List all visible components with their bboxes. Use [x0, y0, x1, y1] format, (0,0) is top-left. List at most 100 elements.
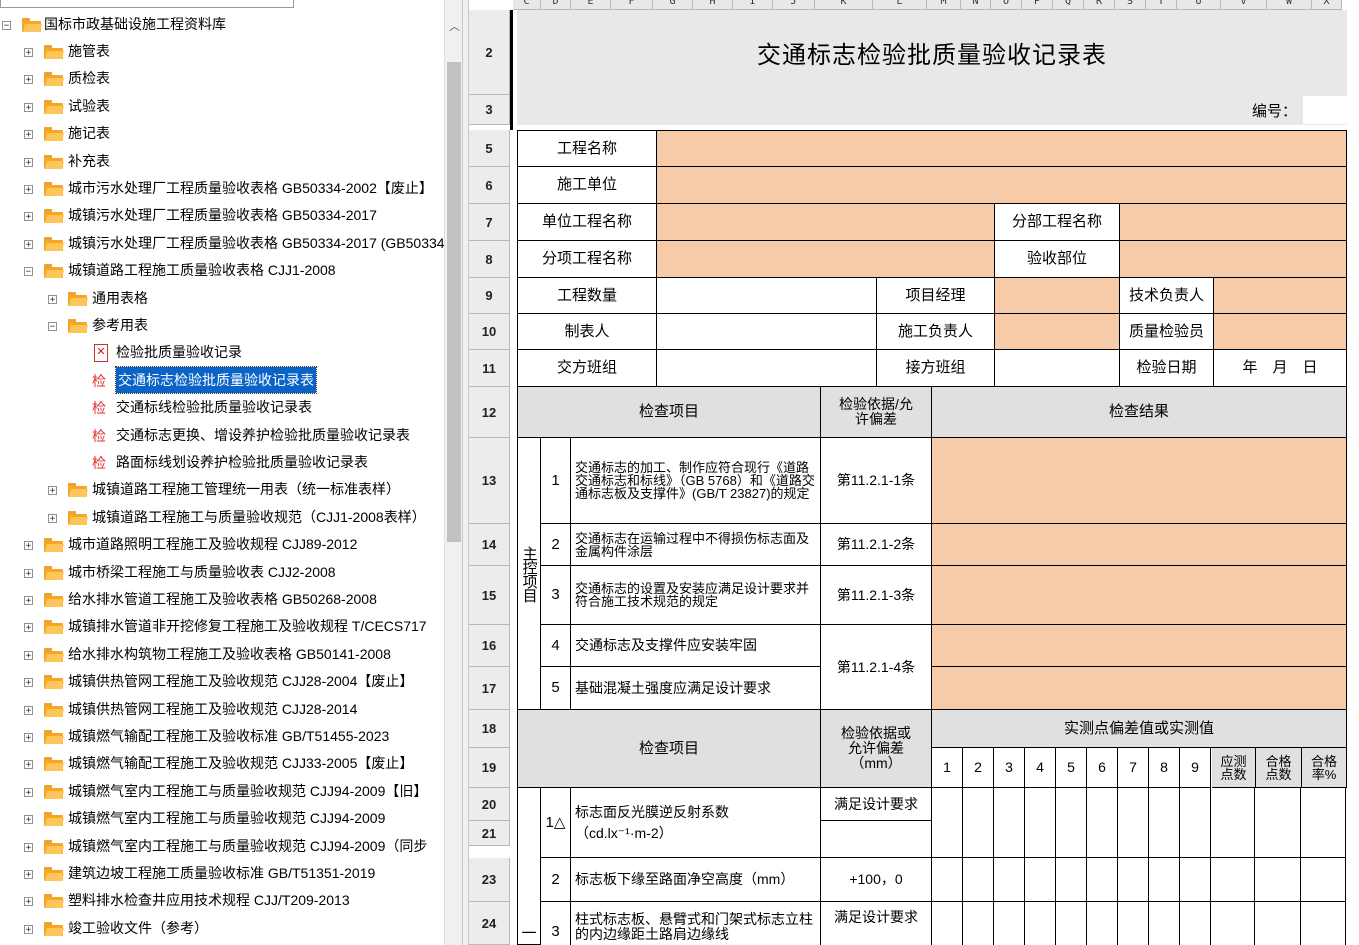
measure-cell[interactable] — [963, 902, 994, 945]
main-item-result[interactable] — [932, 438, 1347, 524]
input-division-project[interactable] — [1120, 204, 1347, 241]
expand-icon[interactable]: + — [24, 75, 33, 85]
collapse-icon[interactable]: − — [48, 322, 57, 332]
measure-cell[interactable] — [932, 902, 963, 945]
row-header[interactable]: 17 — [469, 667, 510, 710]
measure-cell[interactable] — [963, 858, 994, 902]
input-tech-lead[interactable] — [1214, 278, 1347, 314]
measure-cell[interactable] — [1087, 858, 1118, 902]
general-item-basis-input[interactable] — [821, 821, 932, 858]
expand-icon[interactable]: + — [24, 541, 33, 551]
column-header[interactable]: H — [693, 0, 733, 10]
column-header[interactable]: K — [815, 0, 873, 10]
measure-cell[interactable] — [1255, 902, 1301, 945]
expand-icon[interactable]: + — [24, 870, 33, 880]
measure-cell[interactable] — [994, 788, 1025, 858]
expand-icon[interactable]: + — [24, 596, 33, 606]
measure-cell[interactable] — [1118, 858, 1149, 902]
column-header[interactable]: T — [1146, 0, 1177, 10]
main-item-result[interactable] — [932, 524, 1347, 566]
input-handover-team[interactable] — [657, 350, 877, 387]
row-header[interactable]: 21 — [469, 821, 510, 846]
measure-cell[interactable] — [1149, 788, 1180, 858]
column-header[interactable]: J — [773, 0, 815, 10]
column-header[interactable]: P — [1022, 0, 1053, 10]
row-header[interactable]: 13 — [469, 438, 510, 524]
main-item-result[interactable] — [932, 566, 1347, 625]
measure-cell[interactable] — [1301, 788, 1346, 858]
expand-icon[interactable]: + — [24, 787, 33, 797]
expand-icon[interactable]: + — [24, 705, 33, 715]
measure-cell[interactable] — [1087, 788, 1118, 858]
row-header[interactable]: 14 — [469, 524, 510, 566]
row-header[interactable]: 7 — [469, 204, 510, 241]
measure-cell[interactable] — [1056, 788, 1087, 858]
row-header[interactable]: 23 — [469, 858, 510, 902]
input-inspection-date[interactable]: 年 月 日 — [1214, 350, 1347, 387]
expand-icon[interactable]: + — [24, 897, 33, 907]
input-acceptance-part[interactable] — [1120, 241, 1347, 278]
measure-cell[interactable] — [1025, 788, 1056, 858]
expand-icon[interactable]: + — [48, 486, 57, 496]
expand-icon[interactable]: + — [24, 568, 33, 578]
expand-icon[interactable]: + — [24, 815, 33, 825]
measure-cell[interactable] — [1255, 858, 1301, 902]
measure-cell[interactable] — [1180, 788, 1211, 858]
input-construction-unit[interactable] — [657, 167, 1347, 204]
expand-icon[interactable]: + — [24, 760, 33, 770]
measure-cell[interactable] — [1301, 902, 1346, 945]
measure-cell[interactable] — [1056, 858, 1087, 902]
measure-cell[interactable] — [1025, 902, 1056, 945]
expand-icon[interactable]: + — [24, 678, 33, 688]
row-header[interactable]: 12 — [469, 387, 510, 438]
collapse-icon[interactable]: − — [2, 21, 11, 31]
expand-icon[interactable]: + — [48, 513, 57, 523]
row-header[interactable]: 15 — [469, 566, 510, 625]
column-header[interactable]: L — [873, 0, 927, 10]
row-header[interactable]: 16 — [469, 625, 510, 667]
measure-cell[interactable] — [932, 788, 963, 858]
expand-icon[interactable]: + — [24, 185, 33, 195]
row-header[interactable]: 10 — [469, 314, 510, 350]
row-header[interactable]: 24 — [469, 902, 510, 945]
spreadsheet[interactable]: CDEFGHIJKLMNOPQRSTUVWX 2 3 5 6 7 8 9 10 11 12 13 14… — [469, 0, 1359, 945]
input-construction-lead[interactable] — [995, 314, 1120, 350]
expand-icon[interactable]: + — [24, 842, 33, 852]
measure-cell[interactable] — [994, 902, 1025, 945]
search-box[interactable] — [0, 0, 294, 8]
measure-cell[interactable] — [1149, 902, 1180, 945]
measure-cell[interactable] — [1025, 858, 1056, 902]
input-unit-project[interactable] — [657, 204, 995, 241]
measure-cell[interactable] — [932, 858, 963, 902]
row-header[interactable]: 5 — [469, 130, 510, 167]
measure-cell[interactable] — [1087, 902, 1118, 945]
expand-icon[interactable]: + — [24, 924, 33, 934]
column-header[interactable]: M — [927, 0, 961, 10]
column-header[interactable]: V — [1221, 0, 1267, 10]
expand-icon[interactable]: + — [24, 733, 33, 743]
row-header[interactable]: 9 — [469, 278, 510, 314]
expand-icon[interactable]: + — [24, 48, 33, 58]
column-header[interactable]: C — [513, 0, 541, 10]
expand-icon[interactable]: + — [24, 130, 33, 140]
collapse-icon[interactable]: − — [24, 267, 33, 277]
measure-cell[interactable] — [1056, 902, 1087, 945]
expand-icon[interactable]: + — [24, 102, 33, 112]
row-header[interactable]: 2 — [469, 10, 510, 95]
main-item-result[interactable] — [932, 667, 1347, 710]
row-header[interactable]: 11 — [469, 350, 510, 387]
code-input[interactable] — [1303, 96, 1347, 124]
measure-cell[interactable] — [1255, 788, 1301, 858]
measure-cell[interactable] — [1118, 902, 1149, 945]
row-header[interactable]: 20 — [469, 788, 510, 821]
column-header[interactable]: I — [733, 0, 773, 10]
main-item-result[interactable] — [932, 625, 1347, 667]
measure-cell[interactable] — [963, 788, 994, 858]
expand-icon[interactable]: + — [24, 239, 33, 249]
expand-icon[interactable]: + — [24, 623, 33, 633]
row-header[interactable]: 19 — [469, 748, 510, 788]
column-header[interactable]: G — [653, 0, 693, 10]
measure-cell[interactable] — [1118, 788, 1149, 858]
measure-cell[interactable] — [1180, 902, 1211, 945]
input-tabulator[interactable] — [657, 314, 877, 350]
